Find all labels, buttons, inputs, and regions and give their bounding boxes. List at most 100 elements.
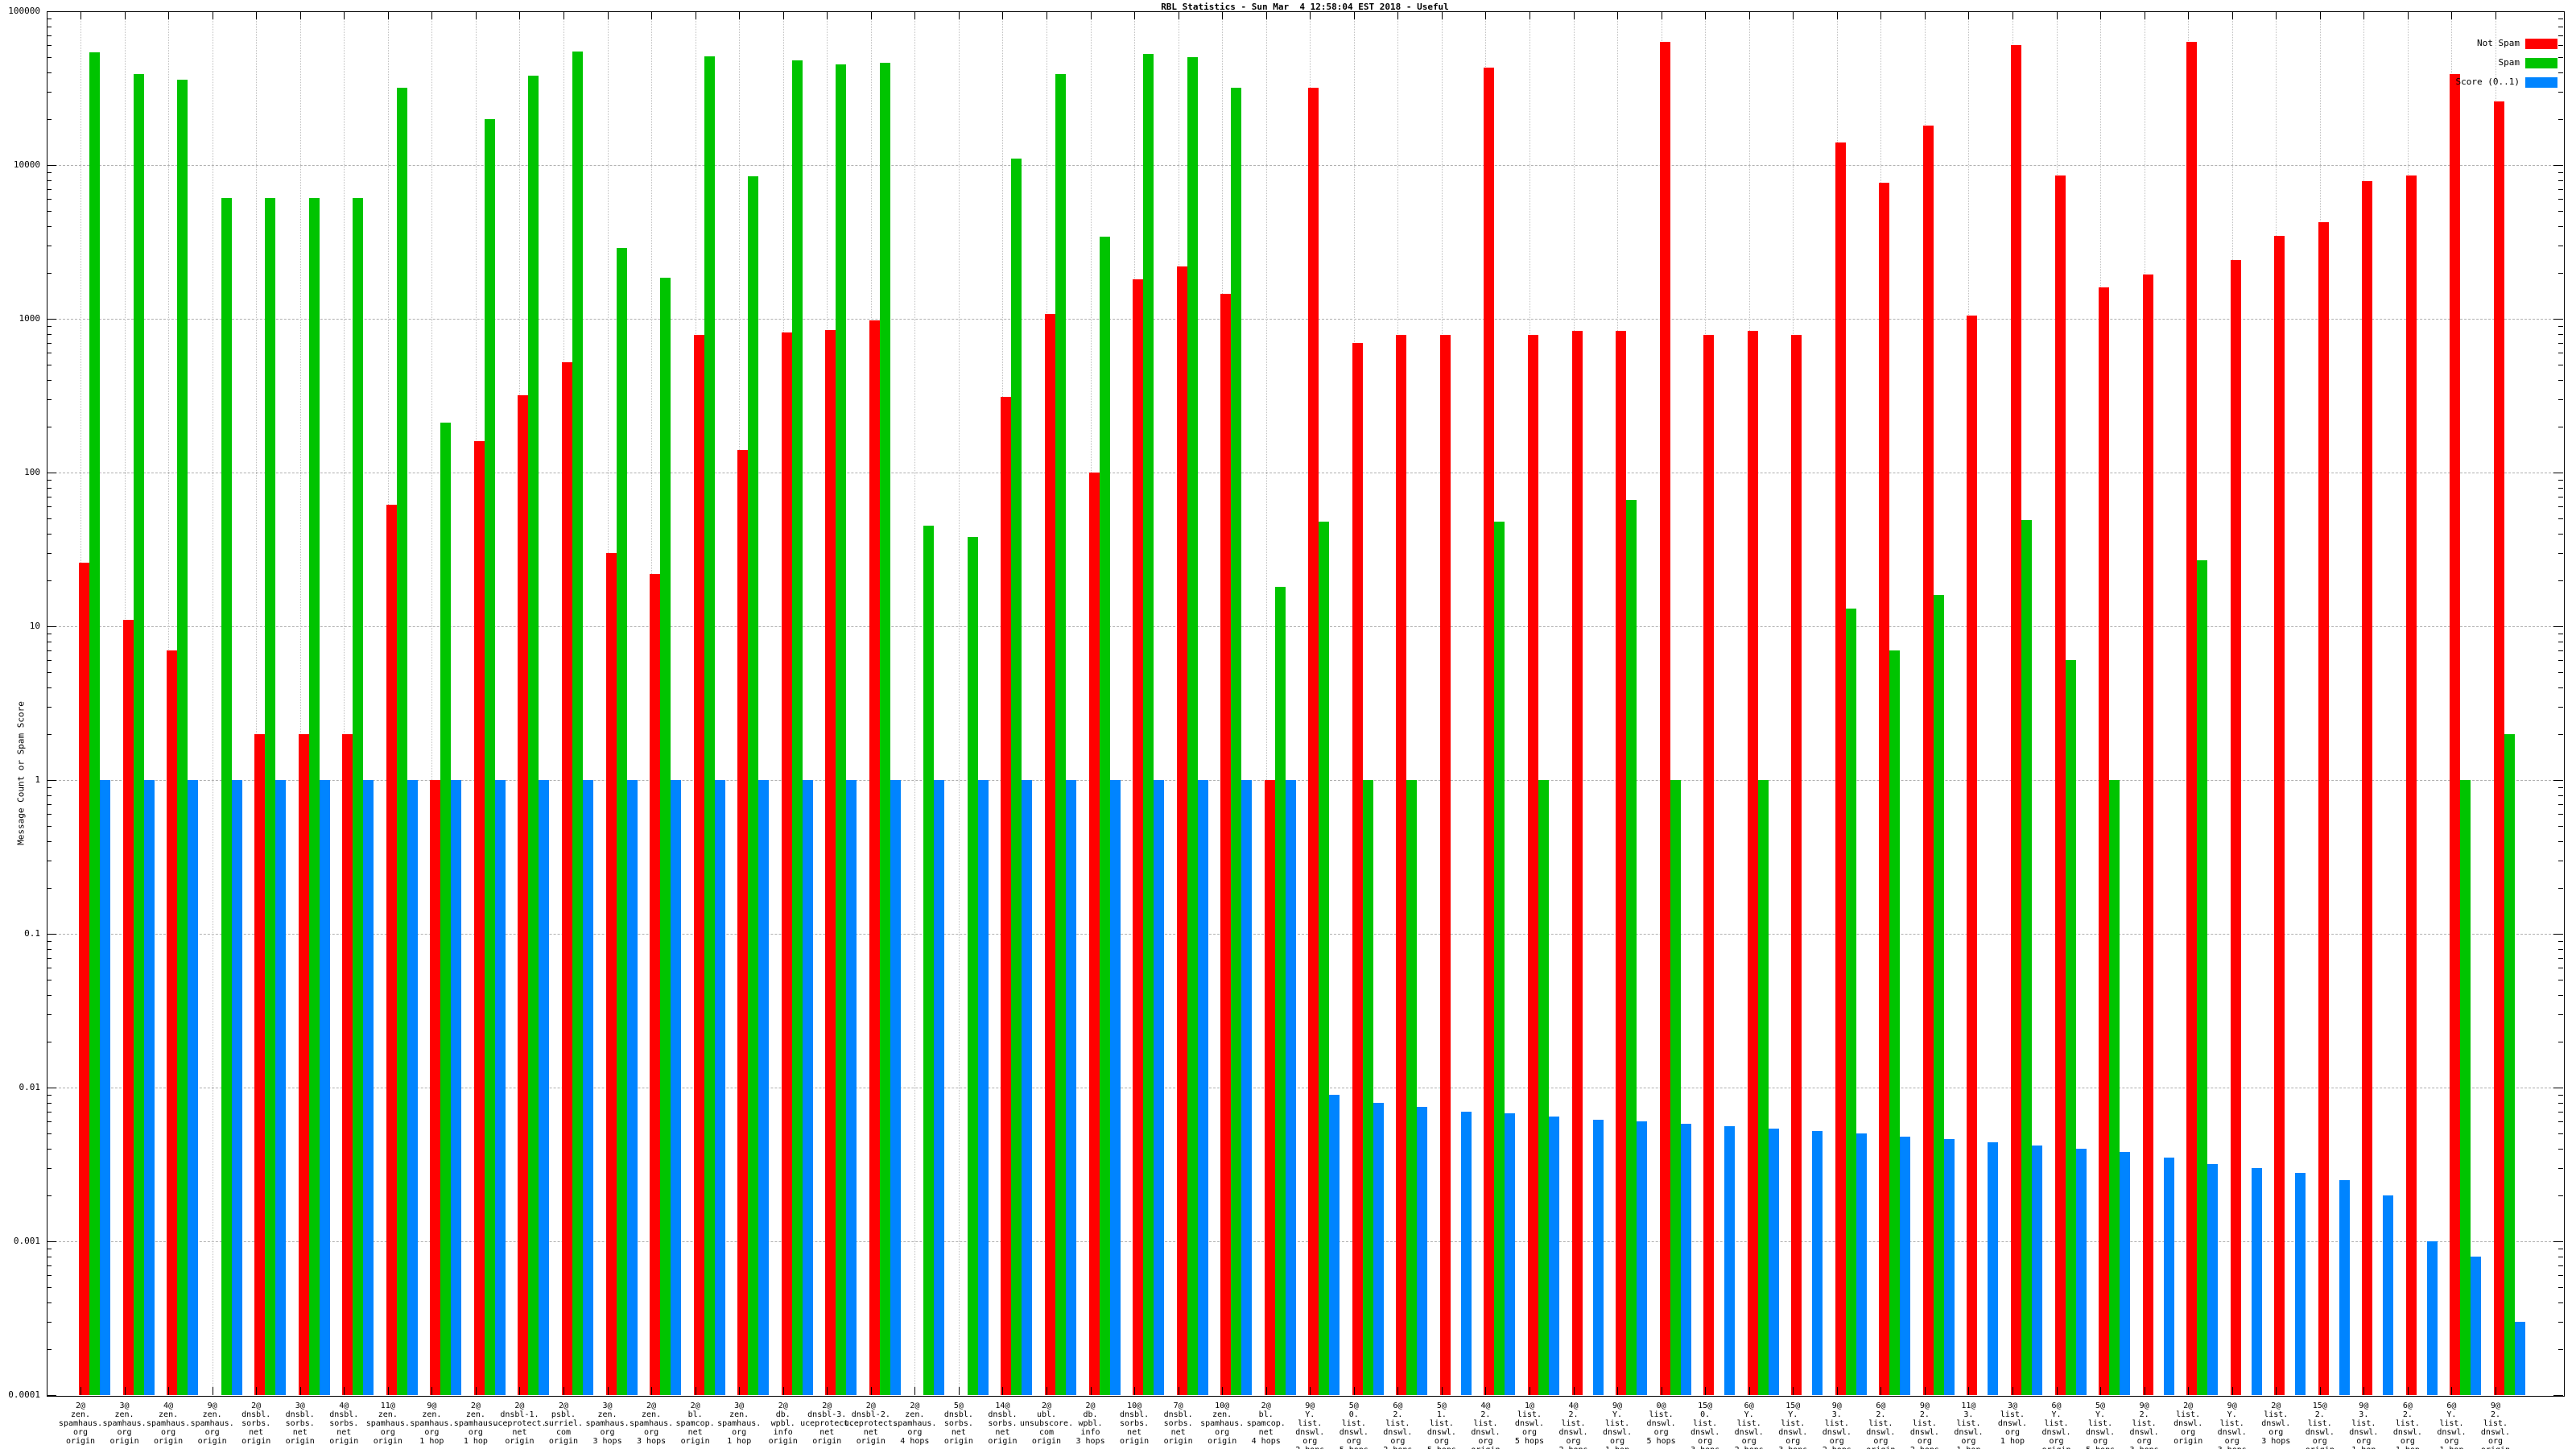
y-minor-tick — [47, 118, 52, 120]
x-tick-bottom — [1748, 1387, 1750, 1395]
x-tick-top — [80, 11, 81, 19]
x-tick-bottom — [168, 1387, 170, 1395]
y-minor-tick — [2558, 786, 2563, 788]
x-tick-top — [2363, 11, 2365, 19]
y-minor-tick — [2558, 650, 2563, 651]
y-minor-tick — [2558, 487, 2563, 489]
y-tick-label: 100000 — [8, 6, 40, 16]
y-minor-tick — [47, 1149, 52, 1150]
legend-swatch — [2525, 58, 2557, 68]
y-minor-tick — [2558, 45, 2563, 47]
y-minor-tick — [2558, 479, 2563, 481]
x-tick-top — [2231, 11, 2233, 19]
y-minor-tick — [47, 325, 52, 327]
y-minor-tick — [47, 1275, 52, 1277]
x-tick-top — [1924, 11, 1926, 19]
x-tick-top — [519, 11, 521, 19]
y-minor-tick — [2558, 672, 2563, 674]
y-minor-tick — [2558, 180, 2563, 181]
x-tick-bottom — [2276, 1387, 2277, 1395]
x-tick-bottom — [2231, 1387, 2233, 1395]
y-minor-tick — [47, 1133, 52, 1135]
plot-border — [47, 11, 2565, 1397]
y-minor-tick — [47, 171, 52, 173]
y-tick-label: 0.01 — [19, 1082, 41, 1092]
y-minor-tick — [47, 826, 52, 828]
y-major-tick — [2553, 626, 2563, 627]
y-minor-tick — [47, 957, 52, 959]
y-minor-tick — [47, 887, 52, 889]
y-minor-tick — [2558, 342, 2563, 344]
x-tick-bottom — [1046, 1387, 1047, 1395]
y-minor-tick — [47, 534, 52, 535]
x-tick-bottom — [1485, 1387, 1487, 1395]
y-tick-label: 0.001 — [13, 1236, 40, 1246]
y-minor-tick — [47, 814, 52, 815]
y-minor-tick — [47, 398, 52, 400]
y-minor-tick — [47, 1265, 52, 1266]
y-minor-tick — [47, 580, 52, 581]
y-major-tick — [2553, 780, 2563, 781]
x-tick-bottom — [299, 1387, 301, 1395]
x-tick-top — [256, 11, 258, 19]
y-minor-tick — [2558, 1287, 2563, 1289]
y-minor-tick — [2558, 1094, 2563, 1096]
y-minor-tick — [47, 1287, 52, 1289]
y-minor-tick — [47, 226, 52, 227]
x-tick-bottom — [739, 1387, 741, 1395]
x-tick-top — [958, 11, 960, 19]
y-minor-tick — [47, 706, 52, 708]
y-major-tick — [47, 780, 56, 781]
y-minor-tick — [2558, 940, 2563, 942]
x-tick-top — [475, 11, 477, 19]
y-minor-tick — [47, 211, 52, 213]
x-tick-bottom — [1617, 1387, 1619, 1395]
x-tick-bottom — [870, 1387, 872, 1395]
y-minor-tick — [2558, 1275, 2563, 1277]
y-minor-tick — [47, 380, 52, 381]
y-minor-tick — [2558, 534, 2563, 535]
x-tick-top — [124, 11, 126, 19]
x-tick-top — [1880, 11, 1882, 19]
y-minor-tick — [2558, 57, 2563, 59]
x-tick-bottom — [1397, 1387, 1399, 1395]
y-minor-tick — [47, 733, 52, 735]
y-minor-tick — [47, 72, 52, 73]
y-minor-tick — [2558, 91, 2563, 93]
x-tick-top — [2276, 11, 2277, 19]
y-minor-tick — [47, 995, 52, 996]
x-tick-bottom — [2319, 1387, 2321, 1395]
x-tick-bottom — [1002, 1387, 1004, 1395]
x-tick-bottom — [958, 1387, 960, 1395]
y-tick-label: 0.0001 — [8, 1389, 40, 1400]
x-tick-bottom — [2188, 1387, 2190, 1395]
y-minor-tick — [47, 35, 52, 36]
x-tick-bottom — [1968, 1387, 1970, 1395]
x-tick-top — [1090, 11, 1092, 19]
y-minor-tick — [2558, 188, 2563, 190]
y-minor-tick — [2558, 72, 2563, 73]
y-minor-tick — [47, 333, 52, 335]
x-tick-bottom — [2100, 1387, 2102, 1395]
y-minor-tick — [2558, 118, 2563, 120]
y-major-tick — [47, 1395, 56, 1396]
y-minor-tick — [47, 1348, 52, 1350]
y-minor-tick — [47, 1094, 52, 1096]
x-tick-bottom — [1836, 1387, 1838, 1395]
y-minor-tick — [2558, 733, 2563, 735]
legend-swatch — [2525, 77, 2557, 88]
x-tick-bottom — [2056, 1387, 2058, 1395]
y-minor-tick — [2558, 1167, 2563, 1169]
y-minor-tick — [47, 786, 52, 788]
x-tick-top — [1397, 11, 1399, 19]
y-tick-label: 1 — [35, 774, 40, 785]
x-tick-top — [1485, 11, 1487, 19]
y-minor-tick — [2558, 1102, 2563, 1104]
y-minor-tick — [2558, 380, 2563, 381]
x-tick-top — [2188, 11, 2190, 19]
legend-label: Not Spam — [2477, 38, 2520, 48]
y-major-tick — [47, 1241, 56, 1242]
x-tick-top — [1968, 11, 1970, 19]
y-minor-tick — [47, 841, 52, 842]
y-minor-tick — [2558, 814, 2563, 815]
